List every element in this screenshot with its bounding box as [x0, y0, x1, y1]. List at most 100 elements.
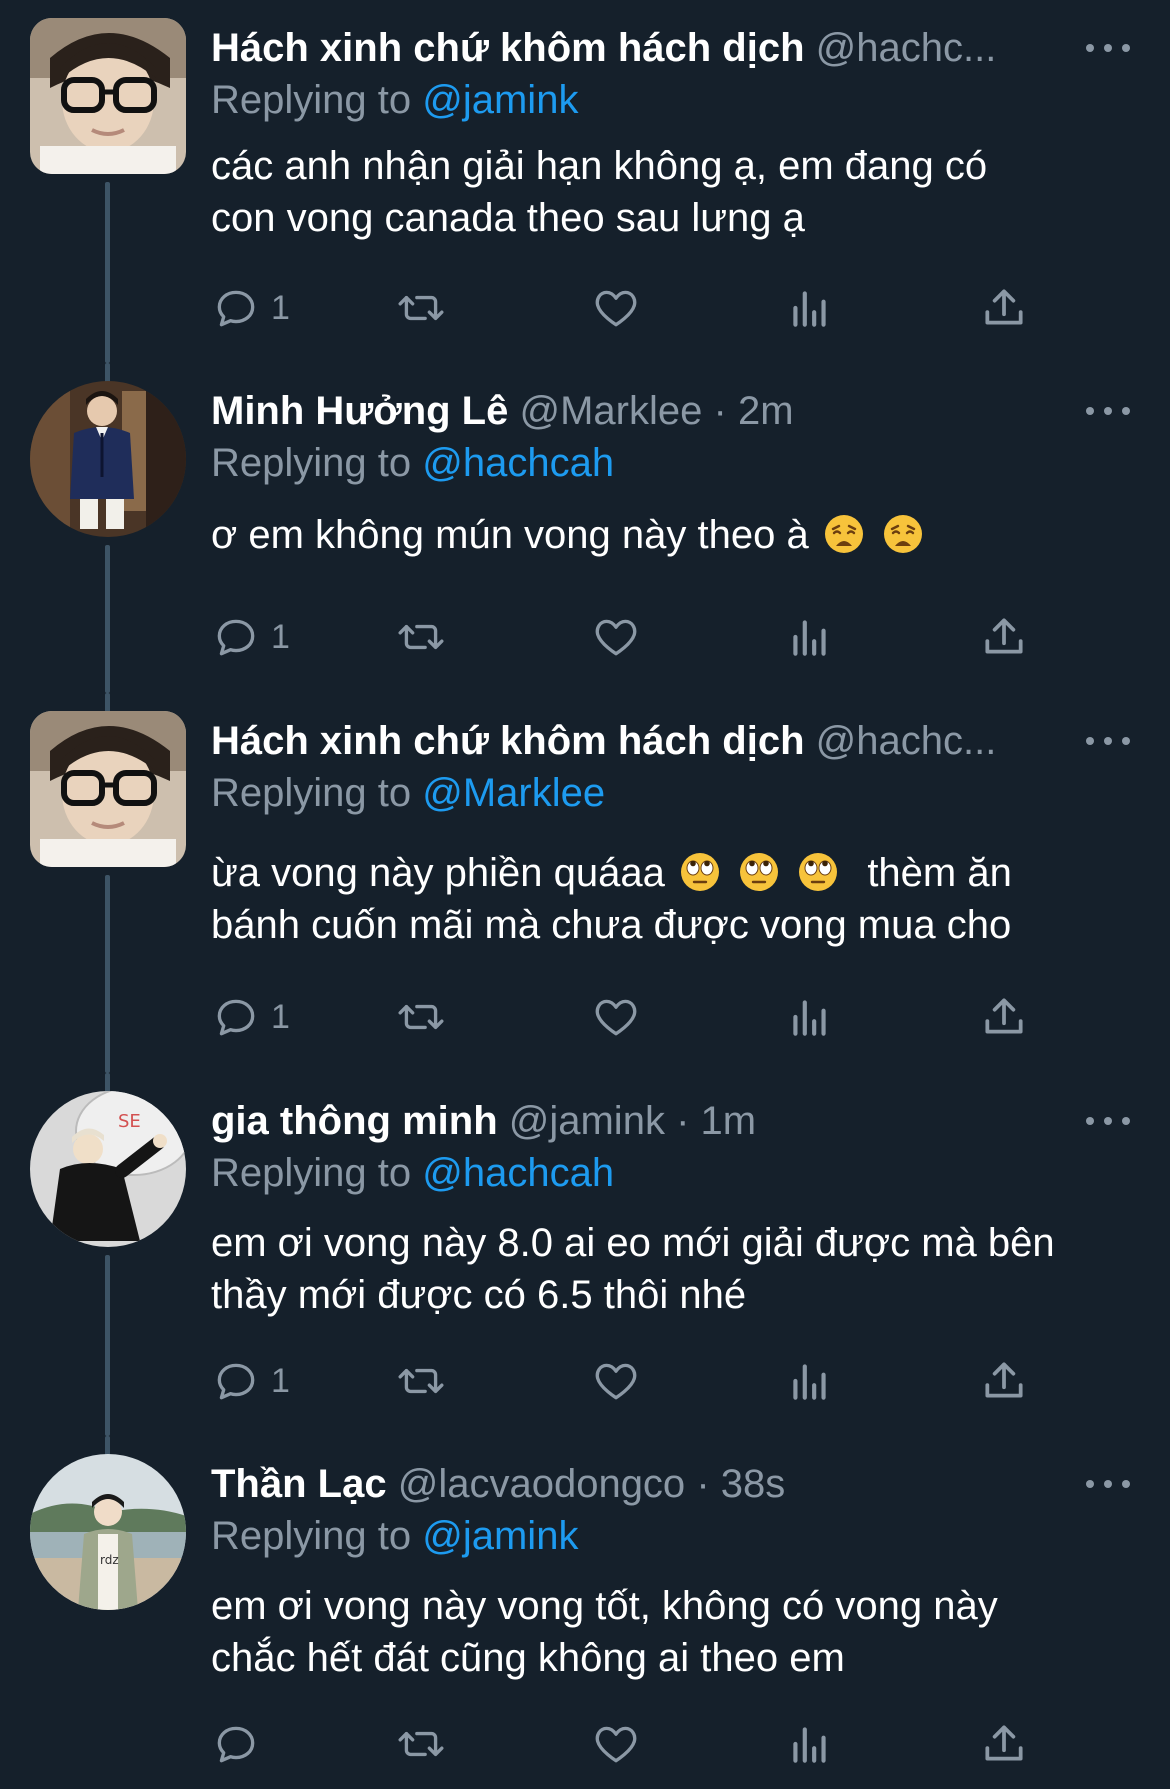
retweet-icon: [398, 1368, 444, 1394]
thread-connector-line: [105, 693, 110, 713]
tweet-header: Minh Hưởng Lê @Marklee · 2m: [211, 385, 1071, 437]
user-handle[interactable]: @hachc...: [816, 719, 997, 763]
user-handle[interactable]: @jamink: [509, 1099, 665, 1143]
analytics-icon: [793, 291, 826, 327]
tweet[interactable]: Hách xinh chứ khôm hách dịch @hachc... R…: [0, 693, 1170, 1073]
user-handle[interactable]: @hachc...: [816, 26, 997, 70]
avatar[interactable]: [30, 711, 186, 867]
avatar[interactable]: [30, 381, 186, 537]
retweet-button[interactable]: [396, 1716, 446, 1772]
more-options-icon[interactable]: [1086, 393, 1130, 429]
reply-thread: Hách xinh chứ khôm hách dịch @hachc... R…: [0, 0, 1170, 1789]
reply-mention-link[interactable]: @hachcah: [422, 1151, 614, 1195]
weary-face-emoji-icon: [883, 515, 922, 553]
tweet-text: các anh nhận giải hạn không ạ, em đang c…: [211, 140, 1131, 244]
like-button[interactable]: [591, 1353, 641, 1409]
tweet-header: Hách xinh chứ khôm hách dịch @hachc...: [211, 22, 1071, 74]
display-name[interactable]: Thần Lạc: [211, 1462, 387, 1506]
share-button[interactable]: [979, 989, 1029, 1045]
display-name[interactable]: Minh Hưởng Lê: [211, 389, 508, 433]
like-button[interactable]: [591, 989, 641, 1045]
tweet-text-line: em ơi vong này 8.0 ai eo mới giải được m…: [211, 1221, 1055, 1265]
share-button[interactable]: [979, 1716, 1029, 1772]
suit-person-avatar-icon: [30, 381, 186, 537]
glasses-person-avatar-icon: [30, 711, 186, 867]
display-name[interactable]: Hách xinh chứ khôm hách dịch: [211, 26, 805, 70]
avatar[interactable]: rdz: [30, 1454, 186, 1610]
analytics-button[interactable]: [785, 1353, 835, 1409]
analytics-button[interactable]: [785, 280, 835, 336]
analytics-button[interactable]: [785, 989, 835, 1045]
replying-to-label: Replying to: [211, 78, 412, 122]
analytics-icon: [793, 1000, 826, 1036]
retweet-icon: [398, 1731, 444, 1757]
reply-button[interactable]: 1: [211, 1353, 290, 1409]
tweet-text: ơ em không mún vong này theo à: [211, 509, 1131, 561]
analytics-icon: [793, 620, 826, 656]
timestamp[interactable]: 1m: [701, 1099, 757, 1143]
beach-person-avatar-icon: rdz: [30, 1454, 186, 1610]
reply-button[interactable]: 1: [211, 609, 290, 665]
tweet-actions: 1: [211, 280, 1131, 336]
replying-to-label: Replying to: [211, 771, 412, 815]
tweet-text-line: chắc hết đát cũng không ai theo em: [211, 1636, 845, 1680]
separator-dot: ·: [676, 1099, 690, 1143]
tweet-header: Hách xinh chứ khôm hách dịch @hachc...: [211, 715, 1071, 767]
reply-mention-link[interactable]: @hachcah: [422, 441, 614, 485]
eye-roll-face-emoji-icon: [740, 853, 779, 891]
timestamp[interactable]: 38s: [721, 1462, 786, 1506]
reply-button[interactable]: 1: [211, 989, 290, 1045]
share-button[interactable]: [979, 1353, 1029, 1409]
tweet[interactable]: rdz Thần Lạc @lacvaodongco · 38s Replyin…: [0, 1436, 1170, 1789]
more-options-icon[interactable]: [1086, 30, 1130, 66]
share-icon: [985, 998, 1023, 1034]
replying-to-label: Replying to: [211, 1514, 412, 1558]
like-button[interactable]: [591, 609, 641, 665]
like-button[interactable]: [591, 1716, 641, 1772]
retweet-button[interactable]: [396, 280, 446, 336]
tweet-text-line: thầy mới được có 6.5 thôi nhé: [211, 1273, 747, 1317]
tweet-actions: 1: [211, 609, 1131, 665]
thread-connector-line: [105, 545, 110, 693]
display-name[interactable]: gia thông minh: [211, 1099, 498, 1143]
user-handle[interactable]: @Marklee: [520, 389, 703, 433]
analytics-button[interactable]: [785, 609, 835, 665]
reply-icon: [217, 290, 255, 327]
reply-mention-link[interactable]: @Marklee: [422, 771, 605, 815]
more-options-icon[interactable]: [1086, 1466, 1130, 1502]
svg-text:SE: SE: [118, 1111, 141, 1132]
user-handle[interactable]: @lacvaodongco: [398, 1462, 685, 1506]
retweet-button[interactable]: [396, 609, 446, 665]
reply-mention-link[interactable]: @jamink: [422, 78, 578, 122]
retweet-icon: [398, 295, 444, 321]
share-button[interactable]: [979, 280, 1029, 336]
reply-icon: [217, 1363, 255, 1400]
share-icon: [985, 289, 1023, 325]
display-name[interactable]: Hách xinh chứ khôm hách dịch: [211, 719, 805, 763]
replying-to-line: Replying to @jamink: [211, 1510, 578, 1562]
eye-roll-face-emoji-icon: [799, 853, 838, 891]
replying-to-label: Replying to: [211, 441, 412, 485]
tweet-text-line: ừa vong này phiền quáaa thèm ăn: [211, 847, 1131, 899]
tweet[interactable]: Minh Hưởng Lê @Marklee · 2m Replying to …: [0, 363, 1170, 693]
retweet-button[interactable]: [396, 1353, 446, 1409]
more-options-icon[interactable]: [1086, 1103, 1130, 1139]
like-button[interactable]: [591, 280, 641, 336]
more-options-icon[interactable]: [1086, 723, 1130, 759]
tweet[interactable]: Hách xinh chứ khôm hách dịch @hachc... R…: [0, 0, 1170, 363]
thread-connector-line: [105, 182, 110, 363]
reply-button[interactable]: 1: [211, 280, 290, 336]
separator-dot: ·: [696, 1462, 710, 1506]
reply-button[interactable]: [211, 1716, 271, 1772]
analytics-button[interactable]: [785, 1716, 835, 1772]
share-icon: [985, 1362, 1023, 1398]
reply-mention-link[interactable]: @jamink: [422, 1514, 578, 1558]
tweet[interactable]: SE gia thông minh @jamink · 1m Replying …: [0, 1073, 1170, 1436]
retweet-button[interactable]: [396, 989, 446, 1045]
timestamp[interactable]: 2m: [738, 389, 794, 433]
tweet-text-line: con vong canada theo sau lưng ạ: [211, 196, 805, 240]
share-button[interactable]: [979, 609, 1029, 665]
avatar[interactable]: [30, 18, 186, 174]
tweet-actions: 1: [211, 989, 1131, 1045]
avatar[interactable]: SE: [30, 1091, 186, 1247]
